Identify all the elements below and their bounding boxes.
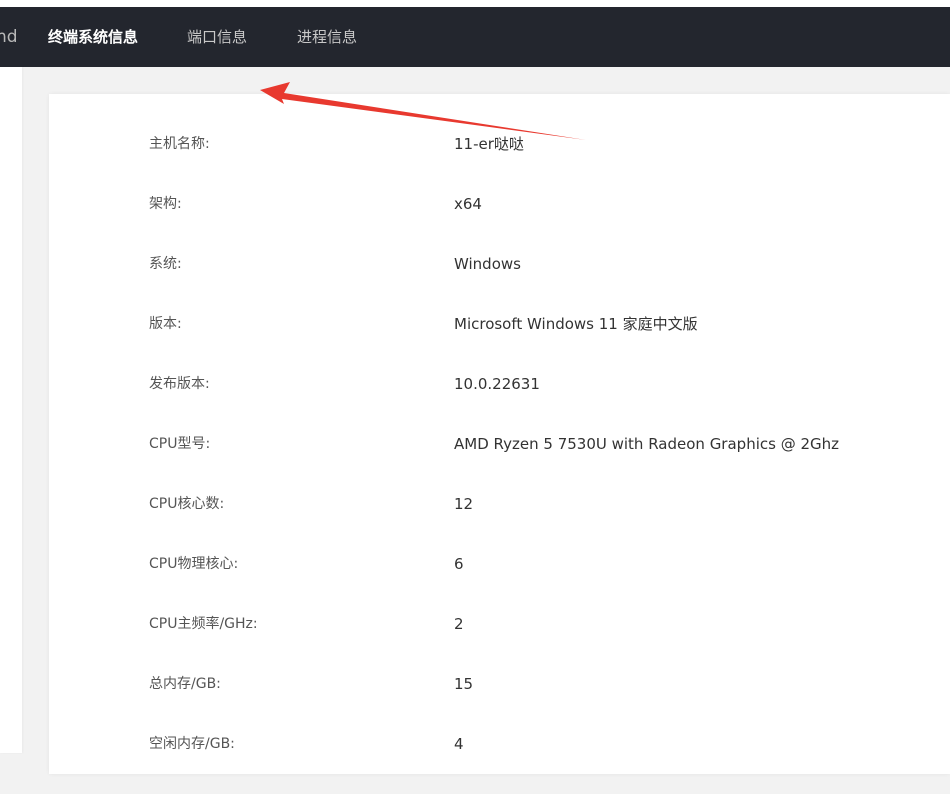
sidebar-edge [0, 67, 22, 753]
info-value: 12 [454, 495, 474, 513]
info-row-total-memory: 总内存/GB: 15 [49, 674, 950, 734]
info-label: CPU主频率/GHz: [149, 616, 258, 632]
info-label: 架构: [149, 196, 182, 212]
info-label: 总内存/GB: [149, 676, 221, 692]
info-label: CPU型号: [149, 436, 211, 452]
info-value: Microsoft Windows 11 家庭中文版 [454, 315, 698, 333]
info-label: 空闲内存/GB: [149, 736, 235, 752]
info-label: 主机名称: [149, 136, 210, 152]
info-row-free-memory: 空闲内存/GB: 4 [49, 734, 950, 794]
system-info-card: 主机名称: 11-er哒哒 架构: x64 系统: Windows 版本: Mi… [49, 94, 950, 774]
info-row-system: 系统: Windows [49, 254, 950, 314]
info-value: 6 [454, 555, 464, 573]
info-row-cpu-frequency: CPU主频率/GHz: 2 [49, 614, 950, 674]
info-value: x64 [454, 195, 482, 213]
info-row-cpu-cores: CPU核心数: 12 [49, 494, 950, 554]
info-value: 4 [454, 735, 464, 753]
info-row-release-version: 发布版本: 10.0.22631 [49, 374, 950, 434]
info-value: 15 [454, 675, 474, 693]
info-value: 10.0.22631 [454, 375, 540, 393]
nav-tab-process-info[interactable]: 进程信息 [297, 7, 357, 67]
info-label: 发布版本: [149, 376, 210, 392]
info-label: CPU核心数: [149, 496, 225, 512]
info-row-cpu-model: CPU型号: AMD Ryzen 5 7530U with Radeon Gra… [49, 434, 950, 494]
main-content-area: 主机名称: 11-er哒哒 架构: x64 系统: Windows 版本: Mi… [0, 67, 950, 774]
top-navbar: nd 终端系统信息 端口信息 进程信息 [0, 7, 950, 67]
top-edge [0, 0, 950, 7]
info-row-architecture: 架构: x64 [49, 194, 950, 254]
info-label: CPU物理核心: [149, 556, 239, 572]
info-value: 11-er哒哒 [454, 135, 524, 153]
info-value: AMD Ryzen 5 7530U with Radeon Graphics @… [454, 435, 840, 453]
info-row-cpu-physical-cores: CPU物理核心: 6 [49, 554, 950, 614]
info-row-version: 版本: Microsoft Windows 11 家庭中文版 [49, 314, 950, 374]
info-value: Windows [454, 255, 521, 273]
info-row-hostname: 主机名称: 11-er哒哒 [49, 134, 950, 194]
nav-tab-terminal-system-info[interactable]: 终端系统信息 [48, 7, 138, 67]
info-value: 2 [454, 615, 464, 633]
info-label: 系统: [149, 256, 182, 272]
brand-logo-text[interactable]: nd [0, 7, 18, 67]
nav-tab-port-info[interactable]: 端口信息 [187, 7, 247, 67]
info-label: 版本: [149, 316, 182, 332]
